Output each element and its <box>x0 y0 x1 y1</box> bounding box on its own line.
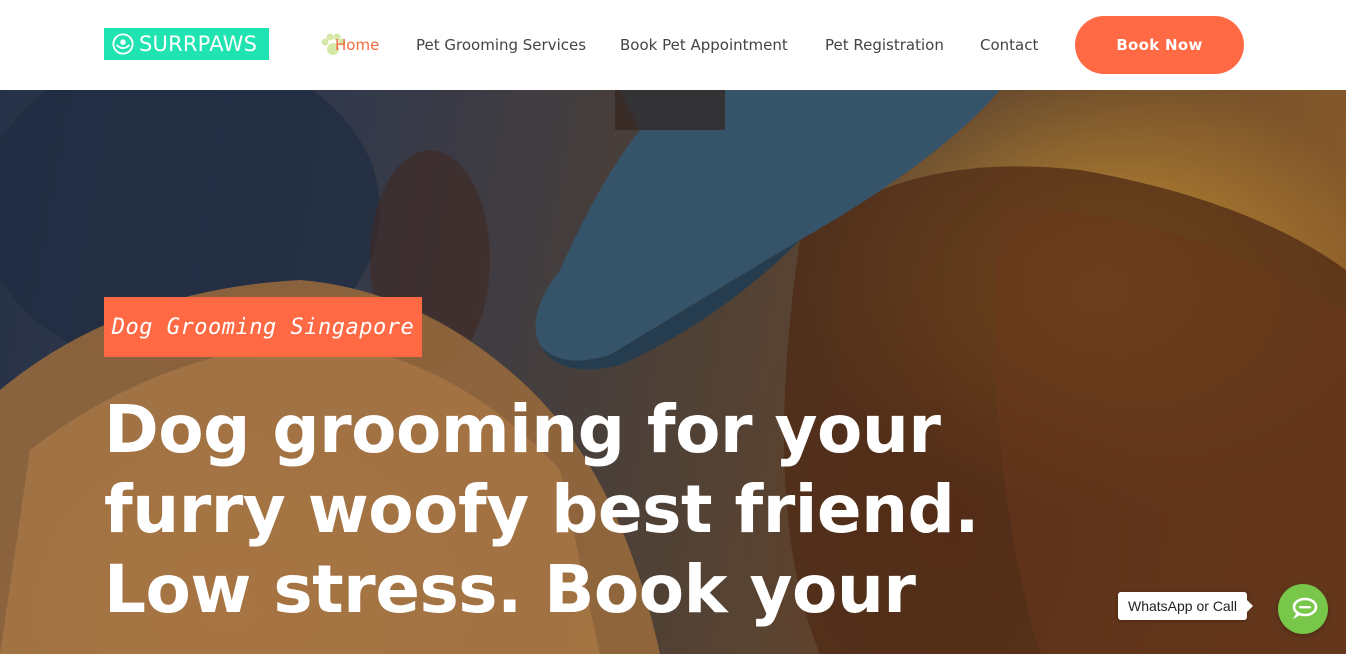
nav-pet-grooming-services[interactable]: Pet Grooming Services <box>416 36 586 54</box>
hero-tag: Dog Grooming Singapore <box>104 297 422 357</box>
nav-contact[interactable]: Contact <box>980 36 1038 54</box>
chat-button[interactable] <box>1278 584 1328 634</box>
nav-home[interactable]: Home <box>335 36 379 54</box>
headline-line-2: furry woofy best friend. <box>104 471 979 548</box>
chat-label[interactable]: WhatsApp or Call <box>1118 592 1253 620</box>
site-logo[interactable]: SURRPAWS <box>104 28 269 60</box>
headline-line-3: Low stress. Book your <box>104 551 916 628</box>
nav-book-pet-appointment[interactable]: Book Pet Appointment <box>620 36 788 54</box>
hero-section: Dog Grooming Singapore Dog grooming for … <box>0 90 1346 654</box>
logo-text: SURRPAWS <box>139 31 258 56</box>
logo-icon <box>112 33 134 55</box>
nav-pet-registration[interactable]: Pet Registration <box>825 36 944 54</box>
hero-headline: Dog grooming for your furry woofy best f… <box>104 390 979 630</box>
hero-tag-text: Dog Grooming Singapore <box>111 314 415 340</box>
book-now-button[interactable]: Book Now <box>1075 16 1244 74</box>
site-header: SURRPAWS Home Pet Grooming Services Book… <box>0 0 1346 90</box>
headline-line-1: Dog grooming for your <box>104 391 941 468</box>
chat-bubbles-icon <box>1292 597 1318 619</box>
